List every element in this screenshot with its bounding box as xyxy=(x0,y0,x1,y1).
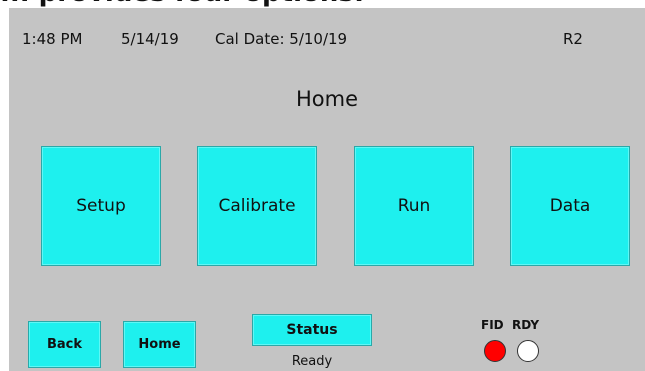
setup-button-label: Setup xyxy=(76,196,126,216)
calibration-date: Cal Date: 5/10/19 xyxy=(215,30,348,48)
setup-button[interactable]: Setup xyxy=(41,146,161,266)
caption-text: ... provides four options: xyxy=(0,0,645,8)
home-button[interactable]: Home xyxy=(123,321,196,368)
calibrate-button[interactable]: Calibrate xyxy=(197,146,317,266)
rdy-indicator-led xyxy=(517,340,539,362)
run-button-label: Run xyxy=(397,196,431,216)
rdy-label: RDY xyxy=(512,318,540,332)
status-value: Ready xyxy=(291,354,333,369)
status-button-label: Status xyxy=(286,322,338,338)
revision-label: R2 xyxy=(563,30,583,48)
page-title: Home xyxy=(295,87,358,111)
home-button-label: Home xyxy=(138,337,181,352)
fid-label: FID xyxy=(481,318,504,332)
data-button[interactable]: Data xyxy=(510,146,630,266)
run-button[interactable]: Run xyxy=(354,146,474,266)
status-bar: 1:48 PM 5/14/19 Cal Date: 5/10/19 R2 xyxy=(9,30,645,52)
calibrate-button-label: Calibrate xyxy=(218,196,296,216)
status-button[interactable]: Status xyxy=(252,314,372,346)
back-button-label: Back xyxy=(46,337,83,352)
hmi-screen: 1:48 PM 5/14/19 Cal Date: 5/10/19 R2 Hom… xyxy=(9,8,645,371)
clock-time: 1:48 PM xyxy=(22,30,83,48)
back-button[interactable]: Back xyxy=(28,321,101,368)
current-date: 5/14/19 xyxy=(121,30,179,48)
fid-indicator-led xyxy=(484,340,506,362)
data-button-label: Data xyxy=(549,196,591,216)
